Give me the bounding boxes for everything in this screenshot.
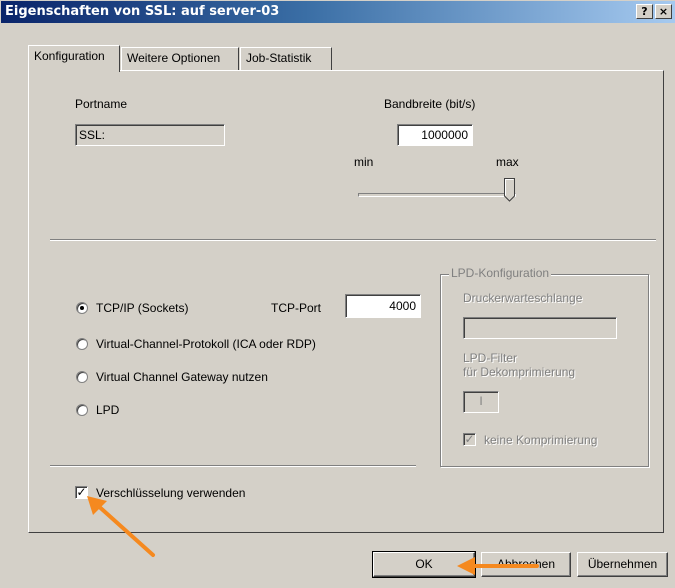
slider-track <box>358 193 516 197</box>
radio-virtual-channel-protocol[interactable] <box>76 338 88 350</box>
radio-tcpip-label[interactable]: TCP/IP (Sockets) <box>96 301 188 315</box>
lpd-queue-label: Druckerwarteschlange <box>463 291 583 305</box>
lpd-filter-value: I <box>479 394 483 408</box>
portname-label: Portname <box>75 97 128 111</box>
lpd-queue-input[interactable] <box>463 317 617 339</box>
cancel-button[interactable]: Abbrechen <box>481 552 571 577</box>
tcp-port-input[interactable]: 4000 <box>345 294 421 318</box>
bandwidth-input[interactable]: 1000000 <box>397 124 473 146</box>
encryption-checkbox[interactable]: ✓ <box>75 486 88 499</box>
slider-max-label: max <box>496 155 519 169</box>
no-compression-label: keine Komprimierung <box>484 433 598 447</box>
radio-lpd[interactable] <box>76 404 88 416</box>
ok-button[interactable]: OK <box>372 551 476 578</box>
radio-vcg-label[interactable]: Virtual Channel Gateway nutzen <box>96 370 268 384</box>
lpd-filter-label-2: für Dekomprimierung <box>463 365 576 379</box>
tcp-port-value: 4000 <box>389 299 416 313</box>
bandwidth-value: 1000000 <box>421 128 468 142</box>
encryption-label[interactable]: Verschlüsselung verwenden <box>96 486 245 500</box>
bandwidth-label: Bandbreite (bit/s) <box>384 97 476 111</box>
bandwidth-slider[interactable] <box>358 178 516 202</box>
separator-bottom <box>50 465 416 467</box>
slider-thumb[interactable] <box>504 178 516 202</box>
lpd-filter-label-1: LPD-Filter <box>463 351 518 365</box>
portname-value: SSL: <box>79 128 106 142</box>
title-bar[interactable]: Eigenschaften von SSL: auf server-03 ? × <box>1 1 675 23</box>
tcp-port-label: TCP-Port <box>271 301 322 315</box>
radio-tcpip-dot <box>80 306 84 310</box>
portname-field: SSL: <box>75 124 225 146</box>
window-title: Eigenschaften von SSL: auf server-03 <box>5 4 280 19</box>
properties-dialog: Eigenschaften von SSL: auf server-03 ? ×… <box>0 0 675 588</box>
help-button[interactable]: ? <box>636 4 653 19</box>
tab-panel-konfiguration: Portname SSL: Bandbreite (bit/s) 1000000… <box>28 70 664 533</box>
slider-min-label: min <box>354 155 374 169</box>
lpd-config-group-label: LPD-Konfiguration <box>449 266 552 280</box>
apply-button[interactable]: Übernehmen <box>577 552 668 577</box>
tab-konfiguration[interactable]: Konfiguration <box>28 45 120 72</box>
no-compression-checkbox[interactable]: ✓ <box>463 433 476 446</box>
tab-weitere-optionen[interactable]: Weitere Optionen <box>121 47 239 71</box>
radio-vcp-label[interactable]: Virtual-Channel-Protokoll (ICA oder RDP) <box>96 337 316 351</box>
radio-lpd-label[interactable]: LPD <box>96 403 119 417</box>
radio-tcpip[interactable] <box>76 302 88 314</box>
radio-virtual-channel-gateway[interactable] <box>76 371 88 383</box>
close-button[interactable]: × <box>655 4 672 19</box>
lpd-filter-input[interactable]: I <box>463 391 499 413</box>
separator-top <box>50 239 656 241</box>
tab-job-statistik[interactable]: Job-Statistik <box>240 47 332 71</box>
